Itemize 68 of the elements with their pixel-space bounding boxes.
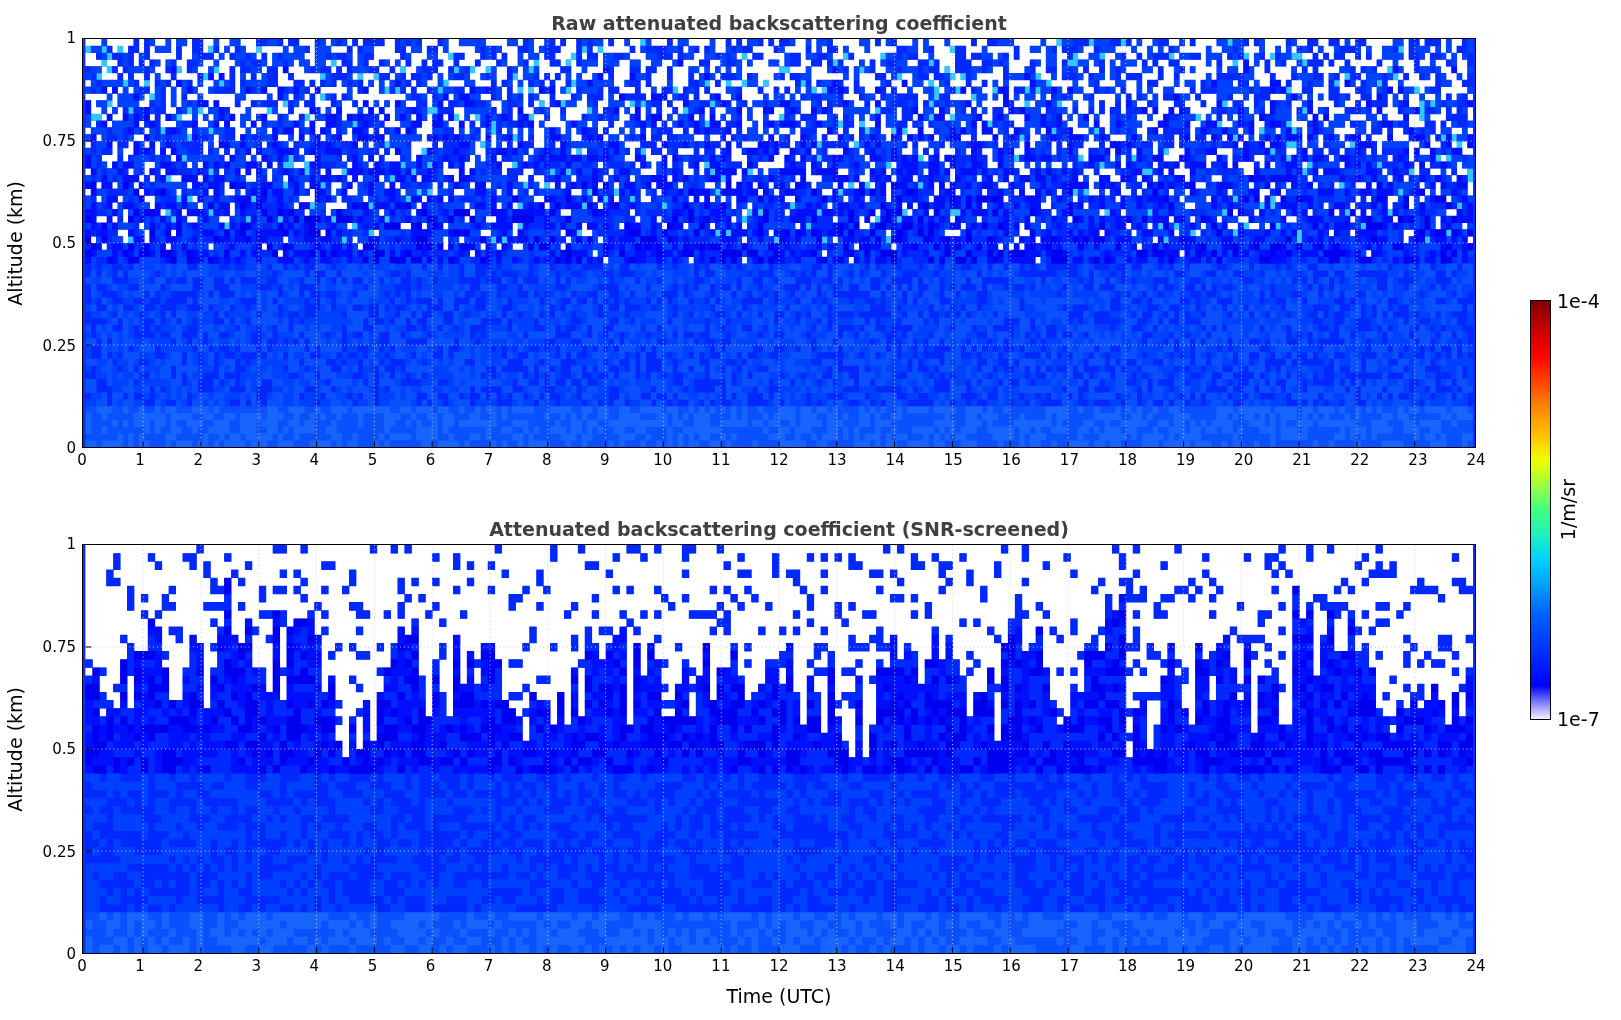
x-tick-label: 7 xyxy=(483,957,494,975)
x-tick-label: 11 xyxy=(711,957,731,975)
x-tick-label: 2 xyxy=(193,451,203,469)
chart-title: Attenuated backscattering coefficient (SNR-screened) xyxy=(489,518,1069,540)
x-tick-label: 21 xyxy=(1292,957,1312,975)
x-tick-label: 20 xyxy=(1234,451,1254,469)
x-tick-label: 20 xyxy=(1234,957,1254,975)
y-tick-label: 0 xyxy=(66,945,76,963)
chart-title: Raw attenuated backscattering coefficient xyxy=(551,12,1007,34)
x-tick-label: 21 xyxy=(1292,451,1312,469)
x-tick-label: 16 xyxy=(1001,957,1021,975)
x-axis-label: Time (UTC) xyxy=(726,985,832,1007)
x-tick-label: 7 xyxy=(483,451,494,469)
y-tick-label: 0.5 xyxy=(52,234,76,252)
y-tick-label: 0.5 xyxy=(52,740,76,758)
x-tick-label: 8 xyxy=(541,957,552,975)
x-tick-label: 6 xyxy=(425,451,436,469)
x-tick-label: 13 xyxy=(827,451,847,469)
colorbar-min-label: 1e-7 xyxy=(1557,708,1600,730)
y-tick-label: 1 xyxy=(66,535,76,553)
x-tick-label: 10 xyxy=(653,451,673,469)
x-tick-label: 3 xyxy=(251,957,261,975)
x-tick-label: 24 xyxy=(1466,957,1486,975)
x-tick-label: 22 xyxy=(1350,957,1370,975)
x-tick-label: 19 xyxy=(1176,957,1196,975)
x-tick-label: 24 xyxy=(1466,451,1486,469)
x-tick-label: 18 xyxy=(1117,957,1138,975)
y-axis-label: Altitude (km) xyxy=(4,180,26,306)
y-tick-label: 0 xyxy=(66,439,76,457)
x-tick-label: 13 xyxy=(827,957,847,975)
x-tick-label: 14 xyxy=(885,957,905,975)
x-tick-label: 4 xyxy=(309,451,320,469)
x-tick-label: 16 xyxy=(1001,451,1021,469)
y-tick-label: 0.75 xyxy=(42,637,76,656)
x-tick-label: 22 xyxy=(1350,451,1370,469)
x-tick-label: 15 xyxy=(943,957,963,975)
x-tick-label: 15 xyxy=(943,451,963,469)
x-tick-label: 9 xyxy=(600,451,610,469)
x-tick-label: 17 xyxy=(1059,957,1079,975)
x-tick-label: 14 xyxy=(885,451,905,469)
y-tick-label: 0.25 xyxy=(42,842,76,861)
colorbar-max-label: 1e-4 xyxy=(1557,290,1600,312)
x-tick-label: 12 xyxy=(769,451,789,469)
x-tick-label: 2 xyxy=(193,957,203,975)
y-tick-label: 0.25 xyxy=(42,336,76,355)
x-tick-label: 8 xyxy=(541,451,552,469)
y-axis-label: Altitude (km) xyxy=(4,686,26,812)
y-tick-label: 1 xyxy=(66,29,76,47)
x-tick-label: 5 xyxy=(367,451,378,469)
x-tick-label: 1 xyxy=(135,451,145,469)
x-tick-label: 10 xyxy=(653,957,673,975)
x-tick-label: 17 xyxy=(1059,451,1079,469)
x-tick-label: 9 xyxy=(600,957,610,975)
x-tick-label: 4 xyxy=(309,957,320,975)
x-tick-label: 19 xyxy=(1176,451,1196,469)
x-tick-label: 5 xyxy=(367,957,378,975)
x-tick-label: 18 xyxy=(1117,451,1138,469)
x-tick-label: 0 xyxy=(77,451,87,469)
x-tick-label: 11 xyxy=(711,451,731,469)
x-tick-label: 0 xyxy=(77,957,87,975)
x-tick-label: 3 xyxy=(251,451,261,469)
y-tick-label: 0.75 xyxy=(42,131,76,150)
x-tick-label: 1 xyxy=(135,957,145,975)
x-tick-label: 23 xyxy=(1408,957,1428,975)
x-tick-label: 23 xyxy=(1408,451,1428,469)
x-tick-label: 12 xyxy=(769,957,789,975)
colorbar-label: 1/m/sr xyxy=(1557,479,1579,541)
x-tick-label: 6 xyxy=(425,957,436,975)
